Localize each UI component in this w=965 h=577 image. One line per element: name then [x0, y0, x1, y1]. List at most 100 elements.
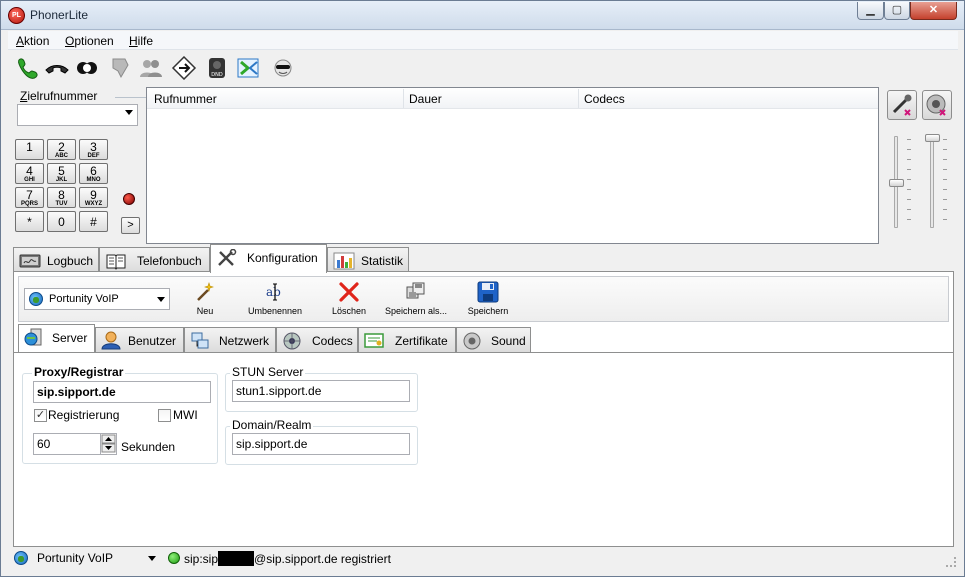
speaker-volume-slider[interactable]	[925, 134, 940, 142]
key-2[interactable]: 2 ABC	[47, 139, 76, 160]
column-rufnummer[interactable]: Rufnummer	[154, 92, 217, 106]
anonymous-icon[interactable]	[270, 56, 296, 80]
tick	[907, 149, 911, 150]
tick	[907, 189, 911, 190]
conference-icon[interactable]	[138, 56, 164, 80]
server-icon	[24, 328, 42, 346]
speaker-mute-button[interactable]	[922, 90, 952, 120]
tab-zertifikate[interactable]: Zertifikate	[358, 327, 456, 352]
chevron-down-icon[interactable]	[157, 297, 165, 302]
mic-volume-slider[interactable]	[889, 179, 904, 187]
new-button[interactable]: Neu	[187, 280, 223, 320]
chevron-down-icon[interactable]	[125, 110, 133, 115]
column-codecs[interactable]: Codecs	[584, 92, 625, 106]
key-8[interactable]: 8 TUV	[47, 187, 76, 208]
callback-icon[interactable]	[236, 56, 262, 80]
registration-label: Registrierung	[48, 408, 120, 422]
key-digit: 0	[58, 215, 65, 229]
target-number-input[interactable]	[17, 104, 138, 126]
column-divider[interactable]	[403, 89, 404, 108]
hangup-icon[interactable]	[44, 56, 70, 80]
tick	[943, 219, 947, 220]
key-3[interactable]: 3 DEF	[79, 139, 108, 160]
tick	[943, 209, 947, 210]
app-window: PL PhonerLite ▁ ▢ ✕ Aktion Optionen Hilf…	[0, 0, 965, 577]
key-digit: 7	[26, 188, 33, 202]
menu-aktion-mnemonic: A	[16, 34, 25, 48]
resize-grip-icon[interactable]	[946, 557, 956, 567]
tab-sound[interactable]: Sound	[456, 327, 531, 352]
key-1[interactable]: 1	[15, 139, 44, 160]
tab-benutzer[interactable]: Benutzer	[95, 327, 184, 352]
globe-icon	[14, 551, 28, 565]
phone-call-icon[interactable]	[14, 56, 40, 80]
domain-input[interactable]: sip.sipport.de	[232, 433, 410, 455]
transfer-icon[interactable]	[107, 56, 133, 80]
key-7[interactable]: 7 PQRS	[15, 187, 44, 208]
spin-buttons[interactable]	[100, 434, 116, 454]
key-letters: TUV	[55, 201, 68, 207]
tab-statistik[interactable]: Statistik	[327, 247, 409, 272]
tick	[907, 159, 911, 160]
tab-telefonbuch[interactable]: Telefonbuch	[99, 247, 210, 272]
chevron-down-icon[interactable]	[148, 556, 156, 561]
close-button[interactable]: ✕	[910, 2, 957, 20]
target-number-label: Zielrufnummer	[20, 89, 97, 103]
forward-icon[interactable]	[171, 56, 197, 80]
rename-icon: ab	[266, 283, 281, 301]
target-number-label-text: ielrufnummer	[27, 89, 98, 103]
key-4[interactable]: 4 GHI	[15, 163, 44, 184]
menu-aktion[interactable]: Aktion	[16, 34, 49, 48]
speaker-volume-track[interactable]	[930, 136, 934, 228]
hold-icon[interactable]	[74, 56, 100, 80]
more-button[interactable]: >	[121, 217, 140, 234]
tab-codecs[interactable]: Codecs	[276, 327, 358, 352]
tab-server[interactable]: Server	[18, 324, 95, 352]
status-provider-select[interactable]: Portunity VoIP	[10, 548, 160, 568]
key-9[interactable]: 9 WXYZ	[79, 187, 108, 208]
save-as-button[interactable]: Speichern als...	[381, 280, 451, 320]
key-digit: *	[27, 215, 32, 229]
config-toolbar: Portunity VoIP Neu ab Umbenennen Löschen…	[18, 276, 949, 322]
rename-button[interactable]: ab Umbenennen	[245, 280, 305, 320]
tick	[907, 139, 911, 140]
minimize-button[interactable]: ▁	[857, 2, 884, 20]
menu-optionen[interactable]: Optionen	[65, 34, 114, 48]
dnd-icon[interactable]: DND	[204, 56, 230, 80]
delete-button[interactable]: Löschen	[327, 280, 371, 320]
interval-stepper[interactable]: 60	[33, 433, 117, 455]
key-5[interactable]: 5 JKL	[47, 163, 76, 184]
status-suffix: @sip.sipport.de registriert	[254, 552, 391, 566]
tab-konfiguration[interactable]: Konfiguration	[210, 244, 327, 273]
tick	[943, 159, 947, 160]
key-letters: WXYZ	[84, 201, 103, 207]
status-prefix: sip:sip	[184, 552, 219, 566]
title-bar[interactable]: PL PhonerLite ▁ ▢ ✕	[1, 1, 964, 30]
mic-mute-button[interactable]	[887, 90, 917, 120]
maximize-button[interactable]: ▢	[884, 2, 910, 20]
key-0[interactable]: 0	[47, 211, 76, 232]
status-bar: Portunity VoIP sip:sip @sip.sipport.de re…	[8, 547, 958, 569]
menu-hilfe-mnemonic: H	[129, 34, 138, 48]
key-star[interactable]: *	[15, 211, 44, 232]
tab-logbuch[interactable]: Logbuch	[13, 247, 99, 272]
proxy-input[interactable]: sip.sipport.de	[33, 381, 211, 403]
call-list[interactable]: Rufnummer Dauer Codecs	[146, 87, 879, 244]
column-divider[interactable]	[578, 89, 579, 108]
column-dauer[interactable]: Dauer	[409, 92, 442, 106]
save-button[interactable]: Speichern	[463, 280, 513, 320]
new-button-label: Neu	[196, 306, 214, 316]
provider-select[interactable]: Portunity VoIP	[24, 288, 170, 310]
redacted-username	[218, 551, 255, 566]
chart-icon	[333, 252, 355, 270]
stun-input[interactable]: stun1.sipport.de	[232, 380, 410, 402]
key-hash[interactable]: #	[79, 211, 108, 232]
menu-hilfe[interactable]: Hilfe	[129, 34, 153, 48]
tab-netzwerk[interactable]: Netzwerk	[184, 327, 276, 352]
registration-checkbox[interactable]: ✓	[34, 409, 47, 422]
mwi-checkbox[interactable]	[158, 409, 171, 422]
tick	[943, 189, 947, 190]
key-6[interactable]: 6 MNO	[79, 163, 108, 184]
key-letters: MNO	[86, 177, 101, 183]
key-digit: #	[90, 215, 97, 229]
